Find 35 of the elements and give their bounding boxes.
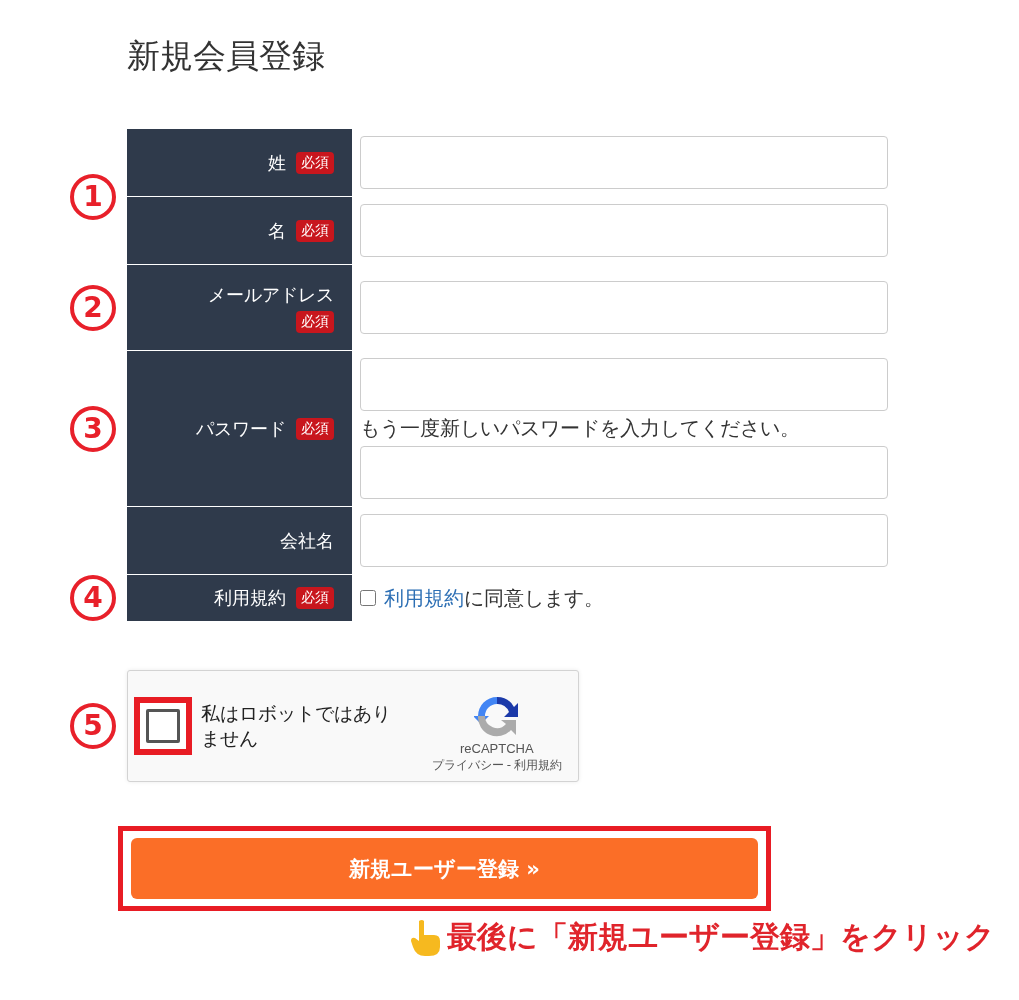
field-label: 会社名: [280, 528, 334, 553]
field-label: 利用規約: [214, 586, 286, 610]
step-marker: 1: [70, 173, 116, 220]
required-badge: 必須: [296, 151, 334, 174]
text-field[interactable]: [360, 514, 888, 567]
help-text: もう一度新しいパスワードを入力してください。: [360, 416, 801, 442]
separator: -: [506, 758, 511, 773]
field-label: 名: [268, 218, 286, 243]
captcha-label: 私はロボットではありません: [201, 701, 392, 751]
instruction-note: 最後に「新規ユーザー登録」をクリック: [447, 918, 995, 956]
captcha-checkbox[interactable]: [146, 709, 180, 743]
required-badge: 必須: [296, 587, 334, 609]
text-field[interactable]: [360, 204, 888, 257]
required-badge: 必須: [296, 417, 334, 440]
field-label: パスワード: [196, 416, 286, 441]
field-label: メールアドレス: [208, 282, 334, 307]
password-field[interactable]: [360, 358, 888, 411]
required-badge: 必須: [296, 219, 334, 242]
brand-name: reCAPTCHA: [460, 741, 534, 757]
terms-link[interactable]: 利用規約: [384, 585, 464, 610]
password-confirm-field[interactable]: [360, 446, 888, 499]
required-badge: 必須: [296, 310, 334, 333]
agree-checkbox[interactable]: [360, 590, 376, 606]
field-label: 姓: [268, 150, 286, 175]
step-marker: 5: [70, 703, 116, 749]
step-marker: 2: [70, 284, 116, 331]
pointing-hand-icon: [409, 918, 443, 957]
text-field[interactable]: [360, 281, 888, 334]
step-marker: 3: [70, 405, 116, 452]
terms-link[interactable]: 利用規約: [514, 758, 562, 773]
text-field[interactable]: [360, 136, 888, 189]
step-marker: 4: [70, 575, 116, 621]
page-title: 新規会員登録: [127, 35, 325, 77]
privacy-link[interactable]: プライバシー: [431, 758, 504, 773]
agree-text: 利用規約に同意します。: [384, 584, 604, 612]
